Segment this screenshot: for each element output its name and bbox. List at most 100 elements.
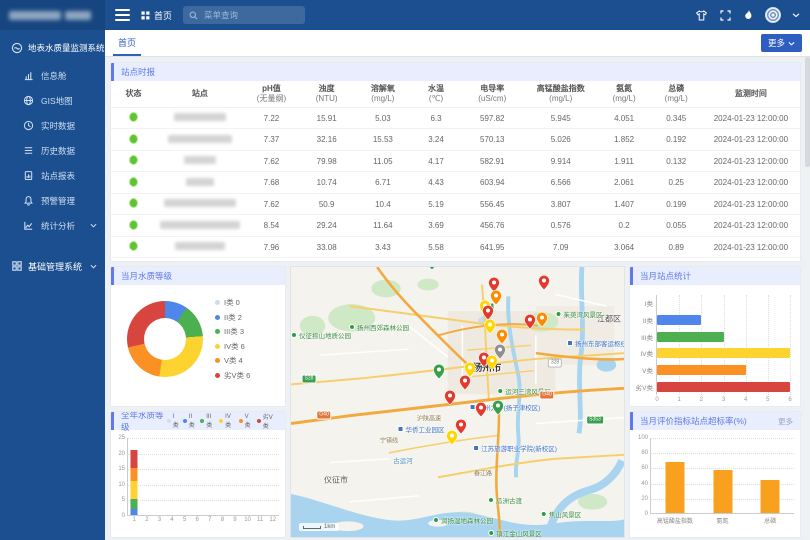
page-scrollbar[interactable] — [805, 57, 810, 540]
legend-item[interactable]: II类 2 — [215, 312, 250, 323]
x-tick-label: 8 — [221, 517, 224, 523]
sidebar-item-label: 站点报表 — [41, 170, 75, 182]
y-tick-label: 80 — [641, 450, 648, 456]
station-map-marker[interactable] — [525, 314, 536, 334]
station-map-marker[interactable] — [445, 390, 456, 410]
legend-item[interactable]: V类 — [239, 412, 253, 430]
sidebar-group-base-system[interactable]: 基础管理系统 — [0, 252, 105, 280]
table-row[interactable]: 7.6810.746.714.43603.946.5662.0610.25202… — [111, 172, 800, 194]
x-tick-label: 3 — [722, 397, 725, 403]
scrollbar-thumb[interactable] — [805, 57, 810, 167]
y-category-label: III类 — [641, 332, 653, 342]
app-window: 地表水质量监测系统 信息舱 GIS地图 — [0, 0, 810, 540]
tab-home[interactable]: 首页 — [113, 30, 141, 56]
stack-segment — [131, 499, 138, 508]
station-map-marker[interactable] — [487, 355, 498, 375]
user-avatar[interactable] — [765, 7, 781, 23]
status-normal-dot — [129, 155, 138, 165]
clock-icon — [22, 119, 35, 132]
sidebar-item-gis-map[interactable]: GIS地图 — [0, 88, 105, 113]
legend-item[interactable]: IV类 — [219, 412, 235, 430]
sidebar-item-statistics[interactable]: 统计分析 — [0, 213, 105, 238]
exceed-rate-more-link[interactable]: 更多 — [778, 416, 793, 427]
sidebar-item-info-cabin[interactable]: 信息舱 — [0, 63, 105, 88]
gridline — [651, 438, 794, 439]
station-map[interactable]: 扬州市江都区仪征市古运河春江路沪陕高速宁镇线仪征捺山地质公园扬州西郊森林公园运河… — [290, 266, 625, 538]
table-row[interactable]: 7.9633.083.435.58641.957.093.0640.892024… — [111, 236, 800, 258]
chevron-down-icon[interactable] — [792, 11, 800, 19]
x-tick-label: 5 — [766, 397, 769, 403]
table-row[interactable]: 7.3732.1615.533.24570.135.0261.8520.1922… — [111, 129, 800, 151]
legend-item[interactable]: I类 — [167, 412, 179, 430]
sidebar-item-station-report[interactable]: 站点报表 — [0, 163, 105, 188]
table-cell: 597.82 — [461, 107, 524, 129]
table-row[interactable]: 7.6250.910.45.19556.453.8071.4070.199202… — [111, 193, 800, 215]
table-row[interactable]: 7.2215.915.036.3597.825.9454.0510.345202… — [111, 107, 800, 129]
theme-shirt-icon[interactable] — [695, 9, 708, 22]
bottom-panels: 当月水质等级 I类 0II类 2III类 3IV类 6V类 4劣V类 6 全年水… — [110, 266, 801, 538]
legend-item[interactable]: 劣V类 — [257, 412, 276, 430]
station-map-marker[interactable] — [493, 400, 504, 420]
table-cell: 2024-01-23 12:00:00 — [702, 150, 800, 172]
sidebar-item-realtime-data[interactable]: 实时数据 — [0, 113, 105, 138]
menu-search-input[interactable] — [202, 9, 292, 21]
station-map-marker[interactable] — [537, 312, 548, 332]
legend-item[interactable]: 劣V类 6 — [215, 370, 250, 381]
station-map-marker[interactable] — [485, 319, 496, 339]
legend-item[interactable]: IV类 6 — [215, 341, 250, 352]
table-cell: 11.05 — [354, 150, 411, 172]
table-cell: 456.76 — [461, 215, 524, 237]
y-category-label: I类 — [645, 298, 653, 308]
station-map-marker[interactable] — [434, 364, 445, 384]
tabs-more-button[interactable]: 更多 — [761, 34, 802, 52]
breadcrumb[interactable]: 首页 — [141, 9, 172, 22]
legend-item[interactable]: V类 4 — [215, 355, 250, 366]
bar-row — [657, 365, 790, 375]
year-grade-card: 全年水质等级 I类II类III类IV类V类劣V类 051015202512345… — [110, 411, 286, 538]
menu-search[interactable] — [183, 6, 305, 24]
sidebar-item-history-data[interactable]: 历史数据 — [0, 138, 105, 163]
legend-item[interactable]: I类 0 — [215, 297, 250, 308]
x-tick-label: 7 — [208, 517, 211, 523]
map-label: 江苏旅游职业学院(新校区) — [473, 443, 557, 453]
month-station-card: 当月站点统计 0123456I类II类III类IV类V类劣V类 — [629, 266, 801, 407]
search-icon — [189, 11, 198, 20]
legend-item[interactable]: II类 — [183, 412, 196, 430]
flame-icon[interactable] — [743, 9, 754, 22]
legend-item[interactable]: III类 3 — [215, 326, 250, 337]
month-station-chart: 0123456I类II类III类IV类V类劣V类 — [656, 295, 790, 395]
main-area: 首页 — [105, 0, 810, 540]
x-tick-label: 6 — [196, 517, 199, 523]
station-map-marker[interactable] — [476, 402, 487, 422]
sidebar-collapse-button[interactable] — [115, 9, 130, 21]
gridline — [128, 454, 279, 455]
road-shield: S353 — [586, 416, 604, 425]
gridline — [790, 295, 791, 395]
map-label: 沪陕高速 — [417, 414, 441, 423]
bar-row — [657, 382, 790, 392]
table-cell: 2.061 — [598, 172, 651, 194]
station-map-marker[interactable] — [447, 430, 458, 450]
x-category-label: 氨氮 — [716, 516, 728, 525]
x-tick-label: 0 — [655, 397, 658, 403]
tab-bar: 首页 更多 — [105, 30, 810, 57]
table-row[interactable]: 7.6279.9811.054.17582.919.9141.9110.1322… — [111, 150, 800, 172]
gridline — [679, 295, 680, 395]
sidebar-item-alert-management[interactable]: 预警管理 — [0, 188, 105, 213]
fullscreen-icon[interactable] — [719, 9, 732, 22]
year-grade-legend: I类 II类 III类 IV类V类劣V类 — [167, 412, 278, 430]
legend-item[interactable]: III类 — [200, 412, 215, 430]
table-row[interactable]: 8.5429.2411.643.69456.760.5760.20.055202… — [111, 215, 800, 237]
column-header: 站点 — [156, 81, 244, 107]
station-map-marker[interactable] — [427, 266, 438, 275]
station-map-marker[interactable] — [539, 275, 550, 295]
table-cell: 15.53 — [354, 129, 411, 151]
station-map-marker[interactable] — [460, 375, 471, 395]
station-name-redacted — [168, 135, 232, 143]
bar — [657, 332, 724, 342]
station-name-redacted — [160, 221, 240, 229]
x-tick-label: 12 — [269, 517, 276, 523]
sidebar-group-water-system[interactable]: 地表水质量监测系统 — [0, 30, 105, 63]
sidebar-item-label: 统计分析 — [41, 220, 75, 232]
month-grade-donut — [127, 301, 203, 377]
